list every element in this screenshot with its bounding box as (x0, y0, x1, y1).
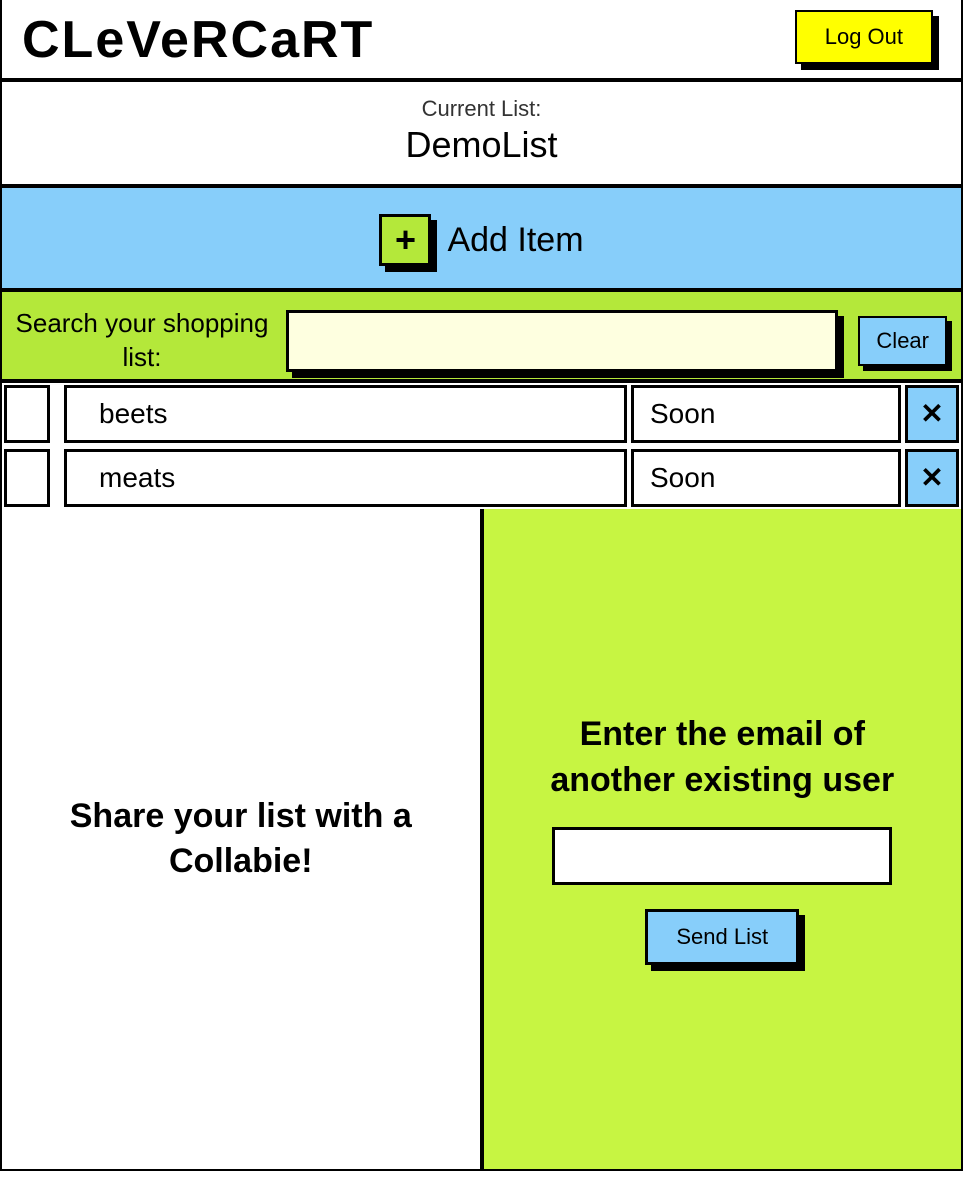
add-item-label: Add Item (447, 221, 583, 260)
add-item-bar[interactable]: + Add Item (2, 188, 961, 292)
delete-item-button[interactable]: ✕ (905, 449, 959, 507)
send-list-button[interactable]: Send List (645, 909, 799, 965)
item-name: beets (64, 385, 627, 443)
search-input[interactable] (286, 310, 838, 372)
app-container: CLeVeRCaRT Log Out Current List: DemoLis… (0, 0, 963, 1171)
delete-item-button[interactable]: ✕ (905, 385, 959, 443)
current-list-section: Current List: DemoList (2, 82, 961, 188)
list-item: meats Soon ✕ (2, 447, 961, 509)
list-item: beets Soon ✕ (2, 383, 961, 445)
share-email-input[interactable] (552, 827, 892, 885)
current-list-label: Current List: (2, 96, 961, 122)
logo: CLeVeRCaRT (22, 10, 374, 70)
item-status: Soon (631, 385, 901, 443)
share-left-panel: Share your list with a Collabie! (2, 509, 480, 1169)
list-items: beets Soon ✕ meats Soon ✕ (2, 379, 961, 509)
clear-button[interactable]: Clear (858, 316, 947, 366)
current-list-name: DemoList (2, 124, 961, 166)
plus-icon[interactable]: + (379, 214, 431, 266)
item-checkbox[interactable] (4, 385, 50, 443)
share-section: Share your list with a Collabie! Enter t… (2, 509, 961, 1169)
item-checkbox[interactable] (4, 449, 50, 507)
header: CLeVeRCaRT Log Out (2, 0, 961, 82)
logout-button[interactable]: Log Out (795, 10, 933, 64)
share-right-panel: Enter the email of another existing user… (480, 509, 962, 1169)
share-prompt: Enter the email of another existing user (514, 712, 932, 804)
share-title: Share your list with a Collabie! (32, 794, 450, 882)
item-name: meats (64, 449, 627, 507)
search-bar: Search your shopping list: Clear (2, 292, 961, 379)
item-status: Soon (631, 449, 901, 507)
search-label: Search your shopping list: (12, 307, 272, 375)
